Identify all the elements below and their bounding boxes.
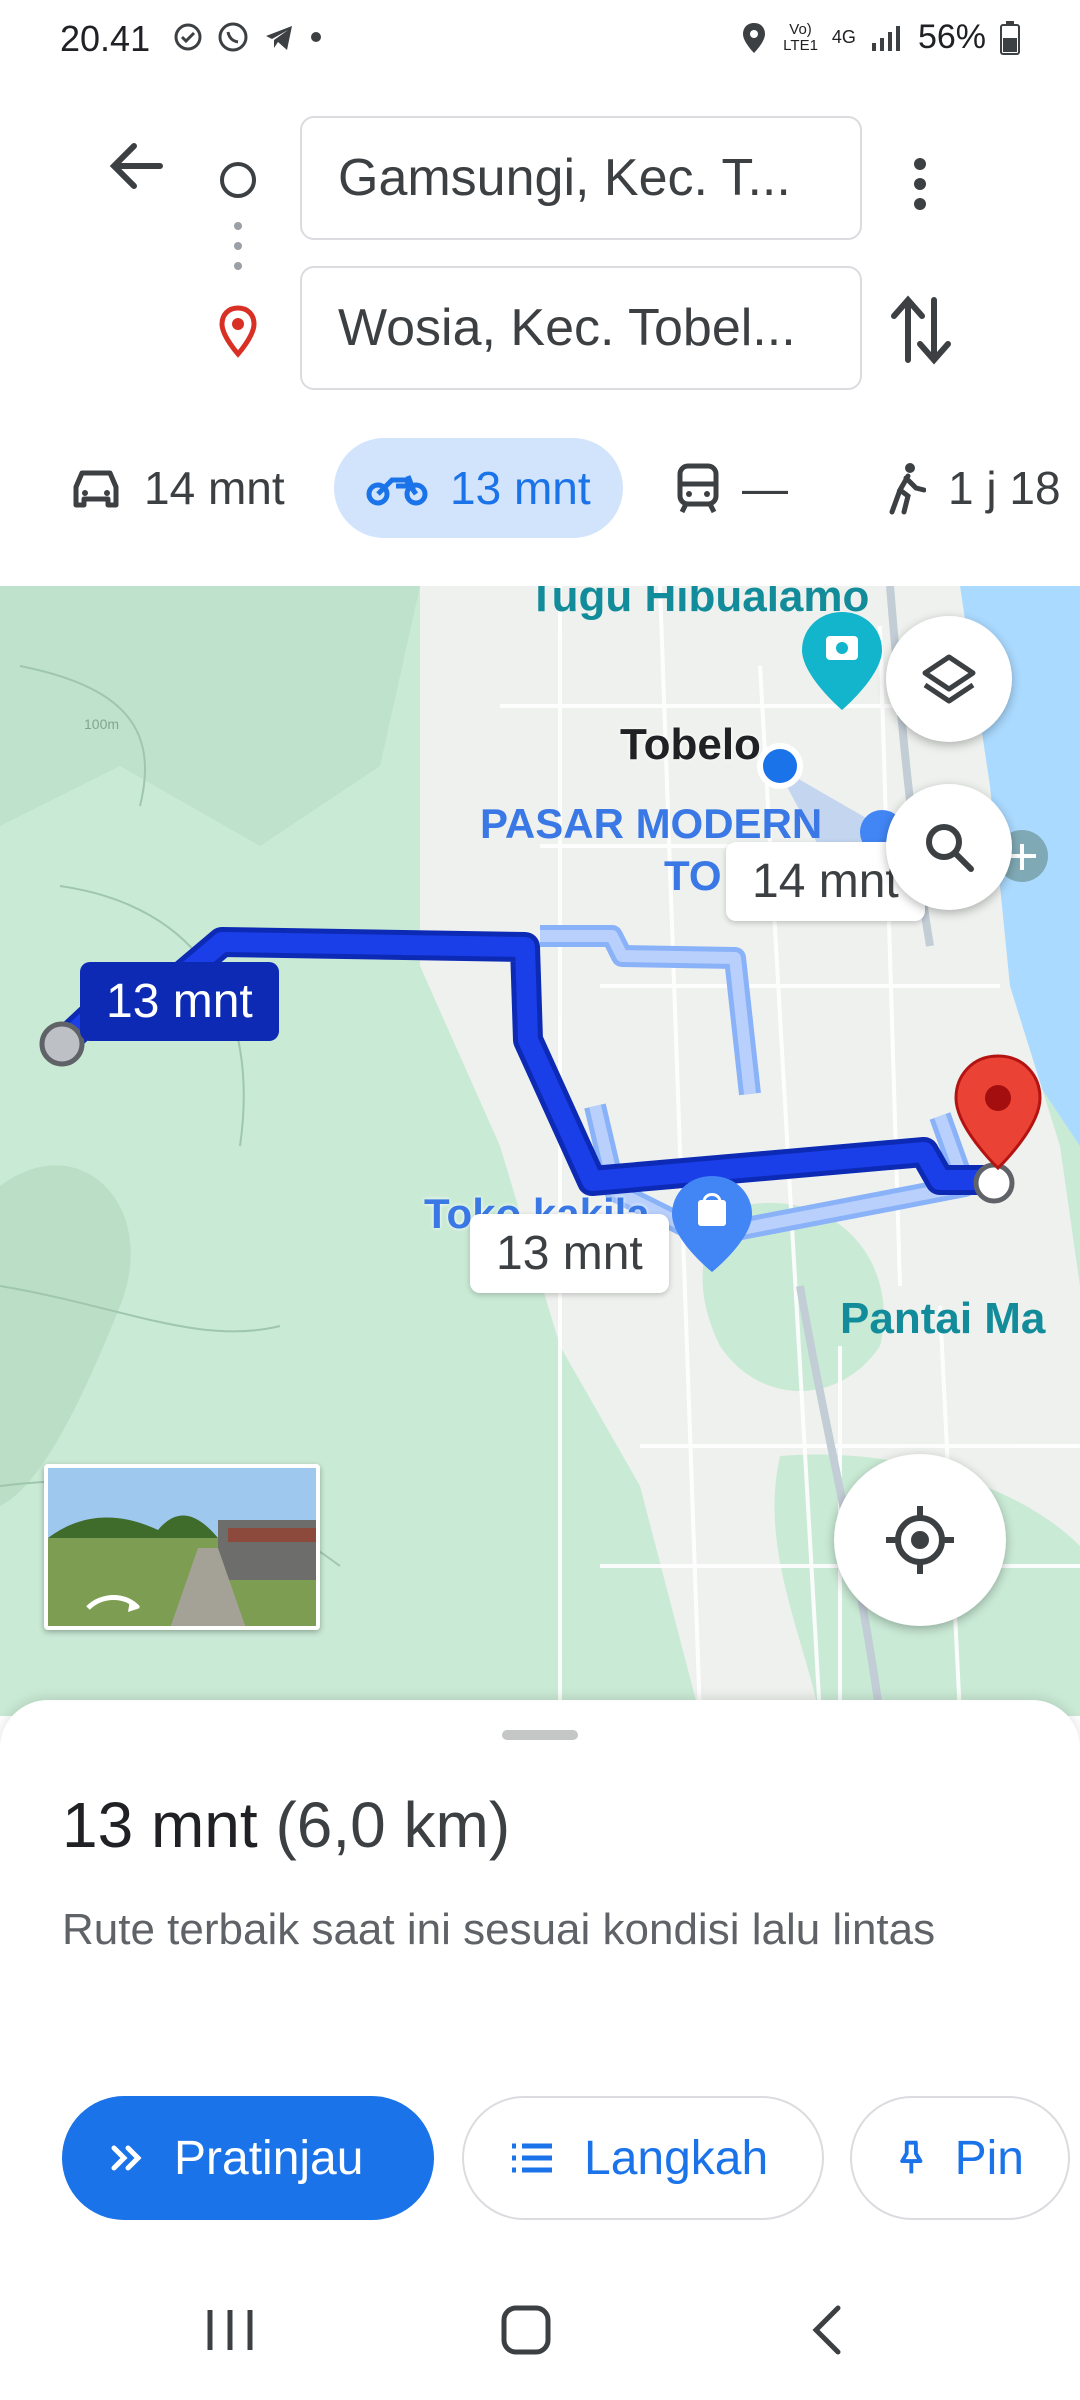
back-arrow-icon[interactable]: [100, 130, 172, 202]
route-label-primary[interactable]: 13 mnt: [80, 962, 279, 1041]
signal-icon: [871, 25, 900, 51]
network-label: Vo) LTE1: [783, 20, 818, 54]
route-description: Rute terbaik saat ini sesuai kondisi lal…: [62, 1905, 936, 1954]
more-options-icon[interactable]: [900, 148, 940, 220]
terrain-shade-2: [0, 1165, 131, 1506]
mode-car[interactable]: 14 mnt: [70, 438, 285, 538]
contour-label: 100m: [84, 716, 120, 732]
battery-percent: 56%: [917, 18, 986, 56]
mode-transit[interactable]: —: [676, 438, 788, 538]
battery-icon: [1000, 20, 1020, 55]
notification-dot-icon: [311, 32, 321, 42]
origin-circle-icon: [220, 162, 256, 198]
street-view-thumbnail[interactable]: [44, 1464, 320, 1630]
destination-marker-base: [973, 1162, 1015, 1204]
mode-walk[interactable]: 1 j 18: [886, 438, 1061, 538]
mode-motorcycle[interactable]: 13 mnt: [334, 438, 623, 538]
layers-icon: [922, 654, 976, 704]
status-bar: 20.41 Vo) LTE1 4G 56%: [0, 0, 1080, 80]
route-distance: (6,0 km): [275, 1789, 511, 1861]
back-icon[interactable]: [800, 2300, 860, 2360]
route-label-alt2[interactable]: 13 mnt: [470, 1214, 669, 1293]
motorcycle-icon: [366, 475, 428, 506]
steps-button[interactable]: Langkah: [462, 2096, 824, 2220]
double-chevron-icon: [111, 2145, 142, 2171]
swap-icon[interactable]: [886, 290, 956, 370]
system-nav-bar: [0, 2260, 1080, 2400]
sheet-drag-handle[interactable]: [502, 1730, 578, 1740]
place-label-pasar-2: TO: [664, 852, 722, 899]
verified-icon: [174, 23, 202, 51]
origin-marker: [39, 1021, 85, 1067]
search-button[interactable]: [886, 784, 1012, 910]
status-time: 20.41: [60, 18, 151, 59]
location-icon: [743, 22, 766, 53]
map-view[interactable]: Tugu Hibualamo Tobelo PASAR MODERN TO To…: [0, 586, 1080, 1716]
car-icon: [73, 470, 119, 508]
place-label-pantai: Pantai Ma: [840, 1294, 1046, 1343]
whatsapp-icon: [218, 22, 248, 52]
my-location-button[interactable]: [834, 1454, 1006, 1626]
route-summary: 13 mnt (6,0 km): [62, 1788, 510, 1862]
route-dots-icon: [234, 222, 242, 270]
pin-icon: [900, 2140, 923, 2174]
walk-icon: [889, 463, 926, 515]
directions-header: Gamsungi, Kec. T... Wosia, Kec. Tobel...: [0, 80, 1080, 410]
route-duration: 13 mnt: [62, 1789, 258, 1861]
place-label-pasar: PASAR MODERN: [480, 800, 823, 847]
list-icon: [512, 2143, 552, 2173]
travel-modes: 14 mnt 13 mnt — 1 j 18: [0, 430, 1080, 540]
layers-button[interactable]: [886, 616, 1012, 742]
preview-button[interactable]: Pratinjau: [62, 2096, 434, 2220]
place-label-tobelo: Tobelo: [620, 720, 761, 769]
street-view-image: [48, 1468, 316, 1626]
pin-button[interactable]: Pin: [850, 2096, 1070, 2220]
destination-pin-icon: [219, 305, 257, 358]
destination-field[interactable]: Wosia, Kec. Tobel...: [300, 266, 862, 390]
terrain-shade: [0, 586, 420, 846]
recent-apps-icon[interactable]: [200, 2300, 260, 2360]
current-location-dot: [757, 743, 803, 789]
search-icon: [926, 824, 974, 872]
origin-field[interactable]: Gamsungi, Kec. T...: [300, 116, 862, 240]
data-type-label: 4G: [831, 27, 856, 47]
crosshair-icon: [886, 1506, 954, 1574]
home-icon[interactable]: [496, 2300, 556, 2360]
telegram-icon: [266, 26, 292, 50]
transit-icon: [677, 463, 719, 514]
place-label-tugu: Tugu Hibualamo: [528, 586, 870, 621]
